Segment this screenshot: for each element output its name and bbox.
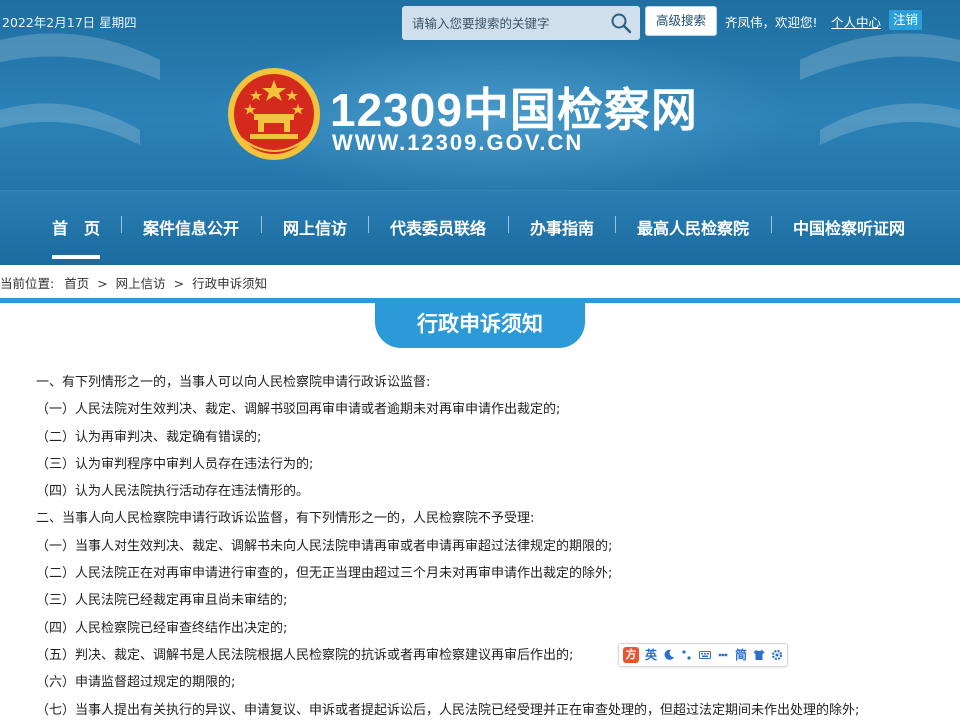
- search-input[interactable]: [402, 6, 602, 40]
- personal-center-link[interactable]: 个人中心: [831, 12, 881, 31]
- breadcrumb: 当前位置: 首页 > 网上信访 > 行政申诉须知: [0, 270, 960, 298]
- nav-separator: [615, 216, 616, 233]
- notice-line: （七）当事人提出有关执行的异议、申请复议、申诉或者提起诉讼后，人民法院已经受理并…: [36, 702, 860, 718]
- search-icon[interactable]: [610, 12, 632, 34]
- nav-separator: [261, 216, 262, 233]
- notice-line: 二、当事人向人民检察院申请行政诉讼监督，有下列情形之一的，人民检察院不予受理:: [36, 511, 535, 527]
- settings-gear-icon[interactable]: [771, 649, 783, 661]
- nav-item-hearing-network[interactable]: 中国检察听证网: [793, 215, 905, 239]
- notice-line: 一、有下列情形之一的，当事人可以向人民检察院申请行政诉讼监督:: [36, 375, 431, 390]
- breadcrumb-separator: >: [173, 276, 185, 291]
- ime-language-toggle[interactable]: 英: [645, 644, 657, 666]
- breadcrumb-item-home[interactable]: 首页: [64, 276, 89, 291]
- skin-icon[interactable]: [753, 649, 765, 661]
- search-box: [402, 6, 640, 40]
- site-header: 2022年2月17日 星期四 高级搜索 齐凤伟，欢迎您! 个人中心 注销: [0, 0, 960, 265]
- ime-toolbar: 方 英 简: [618, 643, 788, 667]
- advanced-search-button[interactable]: 高级搜索: [645, 6, 717, 36]
- notice-line: （五）判决、裁定、调解书是人民法院根据人民检察院的抗诉或者再审检察建议再审后作出…: [36, 647, 574, 663]
- notice-line: （二）认为再审判决、裁定确有错误的;: [36, 429, 262, 445]
- breadcrumb-prefix: 当前位置:: [0, 276, 55, 291]
- nav-separator: [771, 216, 772, 233]
- notice-line: （三）认为审判程序中审判人员存在违法行为的;: [36, 456, 314, 472]
- nav-item-supreme-procuratorate[interactable]: 最高人民检察院: [637, 215, 749, 239]
- main-nav: 首 页 案件信息公开 网上信访 代表委员联络 办事指南 最高人民检察院 中国检察…: [0, 190, 960, 262]
- punctuation-icon[interactable]: [681, 649, 693, 661]
- nav-item-case-info[interactable]: 案件信息公开: [143, 215, 239, 239]
- current-date: 2022年2月17日 星期四: [2, 15, 137, 30]
- page-title: 行政申诉须知: [417, 311, 543, 336]
- nav-separator: [368, 216, 369, 233]
- top-bar: 2022年2月17日 星期四 高级搜索 齐凤伟，欢迎您! 个人中心 注销: [0, 0, 960, 44]
- notice-line: （一）人民法院对生效判决、裁定、调解书驳回再审申请或者逾期未对再审申请作出裁定的…: [36, 402, 561, 418]
- nav-item-online-petition[interactable]: 网上信访: [283, 215, 347, 239]
- site-brand-url: WWW.12309.GOV.CN: [332, 130, 584, 155]
- breadcrumb-separator: >: [97, 276, 108, 291]
- ime-logo-icon[interactable]: 方: [623, 647, 639, 663]
- nav-item-home[interactable]: 首 页: [52, 215, 101, 259]
- notice-line: （四）人民检察院已经审查终结作出决定的;: [36, 620, 288, 636]
- breadcrumb-item-online-petition[interactable]: 网上信访: [116, 276, 166, 291]
- nav-separator: [508, 216, 509, 233]
- nav-item-guide[interactable]: 办事指南: [530, 215, 594, 239]
- notice-line: （一）当事人对生效判决、裁定、调解书未向人民法院申请再审或者申请再审超过法律规定…: [36, 538, 613, 554]
- moon-icon[interactable]: [663, 649, 675, 661]
- notice-line: （四）认为人民法院执行活动存在违法情形的。: [36, 484, 310, 500]
- logout-button[interactable]: 注销: [889, 10, 923, 30]
- welcome-text: 齐凤伟，欢迎您!: [725, 15, 818, 30]
- national-emblem-icon: [228, 68, 320, 160]
- notice-line: （三）人民法院已经裁定再审且尚未审结的;: [36, 593, 288, 609]
- keyboard-icon[interactable]: [699, 649, 712, 661]
- notice-line: （二）人民法院正在对再审申请进行审查的，但无正当理由超过三个月未对再审申请作出裁…: [36, 566, 613, 582]
- ime-simplified-toggle[interactable]: 简: [735, 644, 747, 666]
- dots-icon[interactable]: [717, 649, 729, 661]
- notice-content: 一、有下列情形之一的，当事人可以向人民检察院申请行政诉讼监督: （一）人民法院对…: [36, 372, 936, 725]
- nav-item-deputy-liaison[interactable]: 代表委员联络: [390, 215, 486, 239]
- nav-separator: [121, 216, 122, 233]
- notice-line: （六）申请监督超过规定的期限的;: [36, 675, 236, 691]
- breadcrumb-item-current[interactable]: 行政申诉须知: [192, 276, 267, 291]
